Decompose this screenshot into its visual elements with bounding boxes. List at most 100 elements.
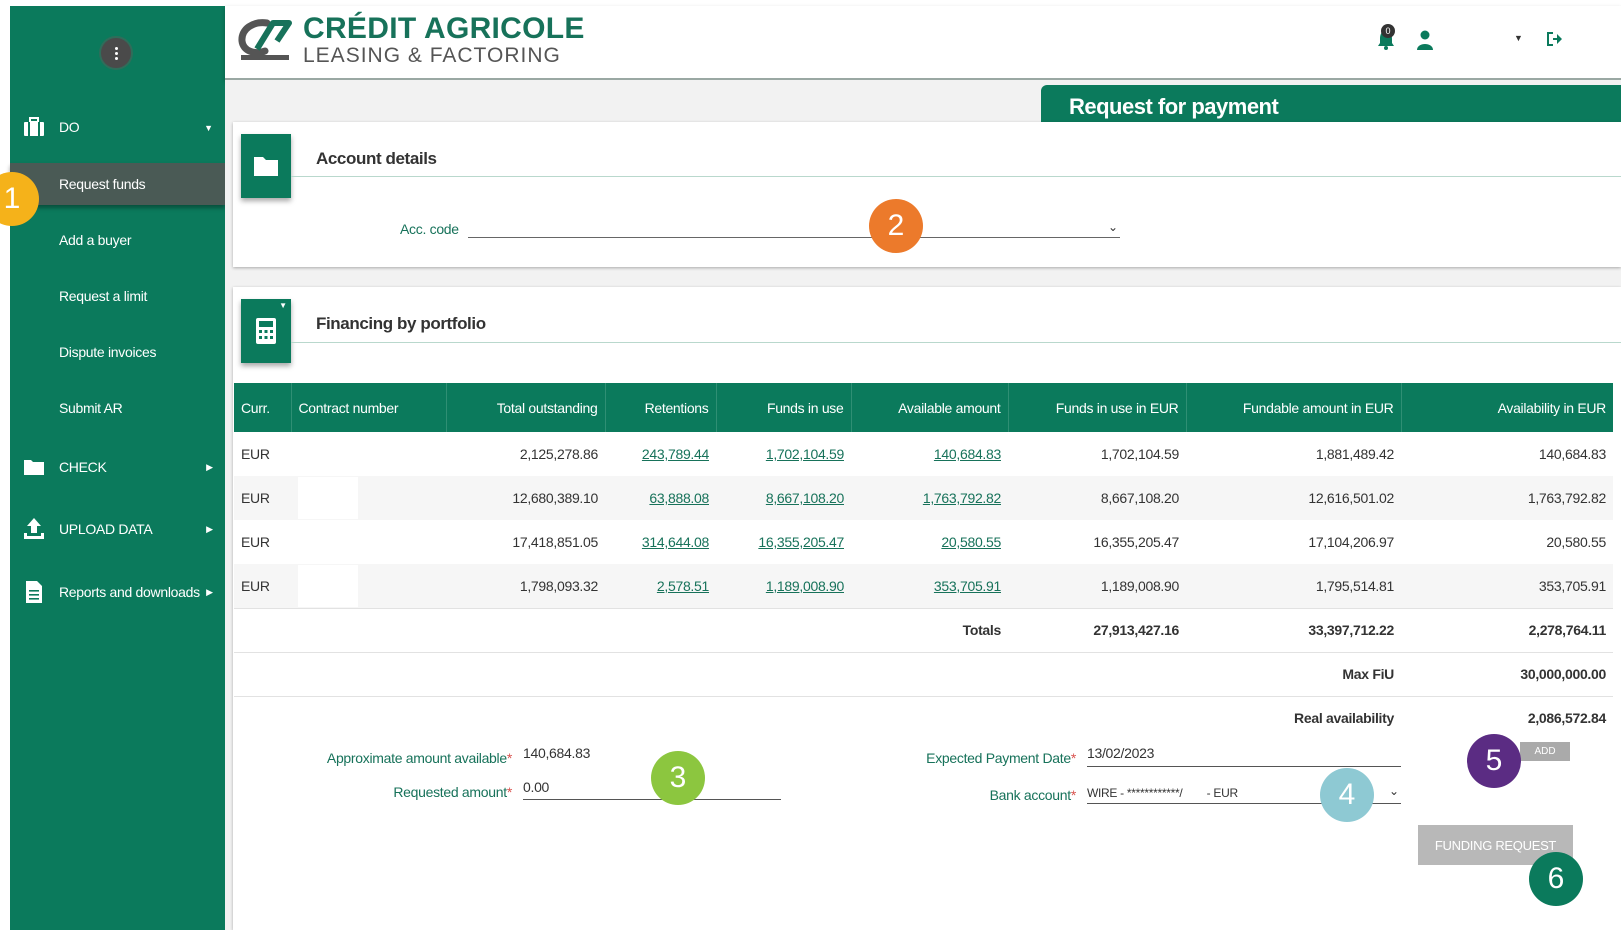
sidebar: DO ▼ Request funds Add a buyer Request a… (10, 6, 225, 930)
max-fiu-label: Max FiU (1186, 651, 1401, 696)
more-vertical-icon (114, 46, 118, 60)
calculator-icon[interactable]: ▼ (241, 299, 291, 363)
sidebar-item-label: Request a limit (59, 288, 148, 304)
label-text: Bank account (989, 787, 1072, 803)
contract-value (298, 477, 358, 519)
funds-link[interactable]: 1,702,104.59 (766, 446, 844, 462)
cell-total: 12,680,389.10 (446, 476, 605, 520)
totals-label: Totals (851, 607, 1008, 652)
cell-avail-eur: 140,684.83 (1401, 432, 1613, 476)
label-text: Expected Payment Date (926, 750, 1071, 766)
col-header[interactable]: Curr. (234, 383, 292, 432)
cell-contract (291, 564, 446, 608)
col-header[interactable]: Available amount (851, 383, 1009, 432)
real-availability-label: Real availability (1186, 695, 1401, 740)
retentions-link[interactable]: 243,789.44 (642, 446, 709, 462)
notifications-button[interactable]: 0 (1377, 24, 1395, 53)
menu-button[interactable] (99, 36, 133, 70)
sidebar-item-upload-data[interactable]: UPLOAD DATA ▶ (10, 515, 225, 543)
totals-funds-eur: 27,913,427.16 (1008, 607, 1186, 652)
user-menu-button[interactable] (1417, 30, 1433, 53)
col-header[interactable]: Contract number (291, 383, 447, 432)
cell-contract (291, 432, 446, 476)
caret-down-icon[interactable]: ▼ (1514, 33, 1523, 43)
cell-avail-eur: 20,580.55 (1401, 520, 1613, 564)
sidebar-item-request-funds[interactable]: Request funds (10, 163, 225, 205)
caret-down-icon: ▼ (279, 301, 287, 310)
ca-logo-icon (238, 19, 292, 60)
sidebar-item-do[interactable]: DO ▼ (10, 114, 225, 140)
acc-code-label: Acc. code (400, 221, 459, 237)
logout-icon (1547, 32, 1562, 46)
bank-account-select[interactable]: WIRE - ************/ - EUR (1087, 786, 1238, 800)
folder-icon (241, 134, 291, 198)
top-header: CRÉDIT AGRICOLE LEASING & FACTORING 0 ▼ (225, 6, 1621, 80)
financing-table: Curr. Contract number Total outstanding … (234, 383, 1613, 740)
payment-date-input[interactable]: 13/02/2023 (1087, 745, 1154, 761)
max-fiu-value: 30,000,000.00 (1401, 651, 1613, 696)
cell-fundable-eur: 12,616,501.02 (1186, 476, 1401, 520)
col-header[interactable]: Funds in use (716, 383, 852, 432)
add-button[interactable]: ADD (1520, 742, 1570, 761)
caret-right-icon: ▶ (206, 462, 213, 472)
table-row: EUR 12,680,389.10 63,888.08 8,667,108.20… (234, 476, 1613, 520)
cell-available: 1,763,792.82 (851, 476, 1008, 520)
sidebar-item-dispute-invoices[interactable]: Dispute invoices (10, 331, 225, 373)
available-link[interactable]: 20,580.55 (941, 534, 1001, 550)
account-details-title: Account details (316, 149, 437, 168)
funds-link[interactable]: 8,667,108.20 (766, 490, 844, 506)
label-text: Approximate amount available (326, 750, 507, 766)
divider (291, 342, 1621, 343)
funds-link[interactable]: 1,189,008.90 (766, 578, 844, 594)
sidebar-item-submit-ar[interactable]: Submit AR (10, 387, 225, 429)
cell-retentions: 243,789.44 (605, 432, 716, 476)
sidebar-item-label: Reports and downloads (59, 584, 200, 600)
chevron-down-icon: ⌄ (1107, 220, 1118, 234)
cell-funds-eur: 1,702,104.59 (1008, 432, 1186, 476)
acc-code-select[interactable]: ⌄ (468, 220, 1120, 238)
col-header[interactable]: Retentions (605, 383, 717, 432)
col-header[interactable]: Total outstanding (446, 383, 606, 432)
sidebar-item-add-buyer[interactable]: Add a buyer (10, 219, 225, 261)
sidebar-item-label: Request funds (59, 176, 146, 192)
sidebar-item-reports[interactable]: Reports and downloads ▶ (10, 578, 225, 606)
col-header[interactable]: Fundable amount in EUR (1186, 383, 1402, 432)
cell-funds-eur: 1,189,008.90 (1008, 564, 1186, 608)
cell-curr: EUR (234, 520, 291, 564)
callout-6: 6 (1529, 852, 1583, 906)
required-mark: * (1070, 750, 1076, 766)
retentions-link[interactable]: 2,578.51 (657, 578, 709, 594)
chevron-down-icon[interactable]: ⌄ (1389, 784, 1399, 798)
col-header[interactable]: Funds in use in EUR (1008, 383, 1187, 432)
sidebar-item-label: DO (59, 119, 80, 135)
sidebar-item-request-limit[interactable]: Request a limit (10, 275, 225, 317)
available-link[interactable]: 353,705.91 (934, 578, 1001, 594)
retentions-link[interactable]: 63,888.08 (649, 490, 709, 506)
totals-avail-eur: 2,278,764.11 (1401, 607, 1613, 652)
retentions-link[interactable]: 314,644.08 (642, 534, 709, 550)
account-details-card: Account details Acc. code ⌄ (233, 122, 1621, 267)
available-link[interactable]: 1,763,792.82 (923, 490, 1001, 506)
cell-fundable-eur: 17,104,206.97 (1186, 520, 1401, 564)
funds-link[interactable]: 16,355,205.47 (758, 534, 844, 550)
max-fiu-row: Max FiU 30,000,000.00 (234, 651, 1613, 696)
cell-fundable-eur: 1,881,489.42 (1186, 432, 1401, 476)
real-availability-row: Real availability 2,086,572.84 (234, 695, 1613, 740)
table-row: EUR 2,125,278.86 243,789.44 1,702,104.59… (234, 432, 1613, 476)
cell-total: 1,798,093.32 (446, 564, 605, 608)
callout-5: 5 (1467, 734, 1521, 788)
requested-amount-input[interactable]: 0.00 (523, 779, 549, 795)
approx-amount-value: 140,684.83 (523, 745, 591, 761)
sidebar-item-check[interactable]: CHECK ▶ (10, 454, 225, 480)
available-link[interactable]: 140,684.83 (934, 446, 1001, 462)
divider (291, 176, 1621, 177)
logout-button[interactable] (1545, 30, 1563, 51)
approx-amount-label: Approximate amount available* (305, 750, 512, 766)
bank-account-label: Bank account* (875, 787, 1077, 803)
cell-retentions: 63,888.08 (605, 476, 716, 520)
cell-avail-eur: 1,763,792.82 (1401, 476, 1613, 520)
user-icon (1417, 30, 1433, 50)
sidebar-item-label: Dispute invoices (59, 344, 157, 360)
col-header[interactable]: Availability in EUR (1401, 383, 1613, 432)
required-mark: * (506, 784, 512, 800)
